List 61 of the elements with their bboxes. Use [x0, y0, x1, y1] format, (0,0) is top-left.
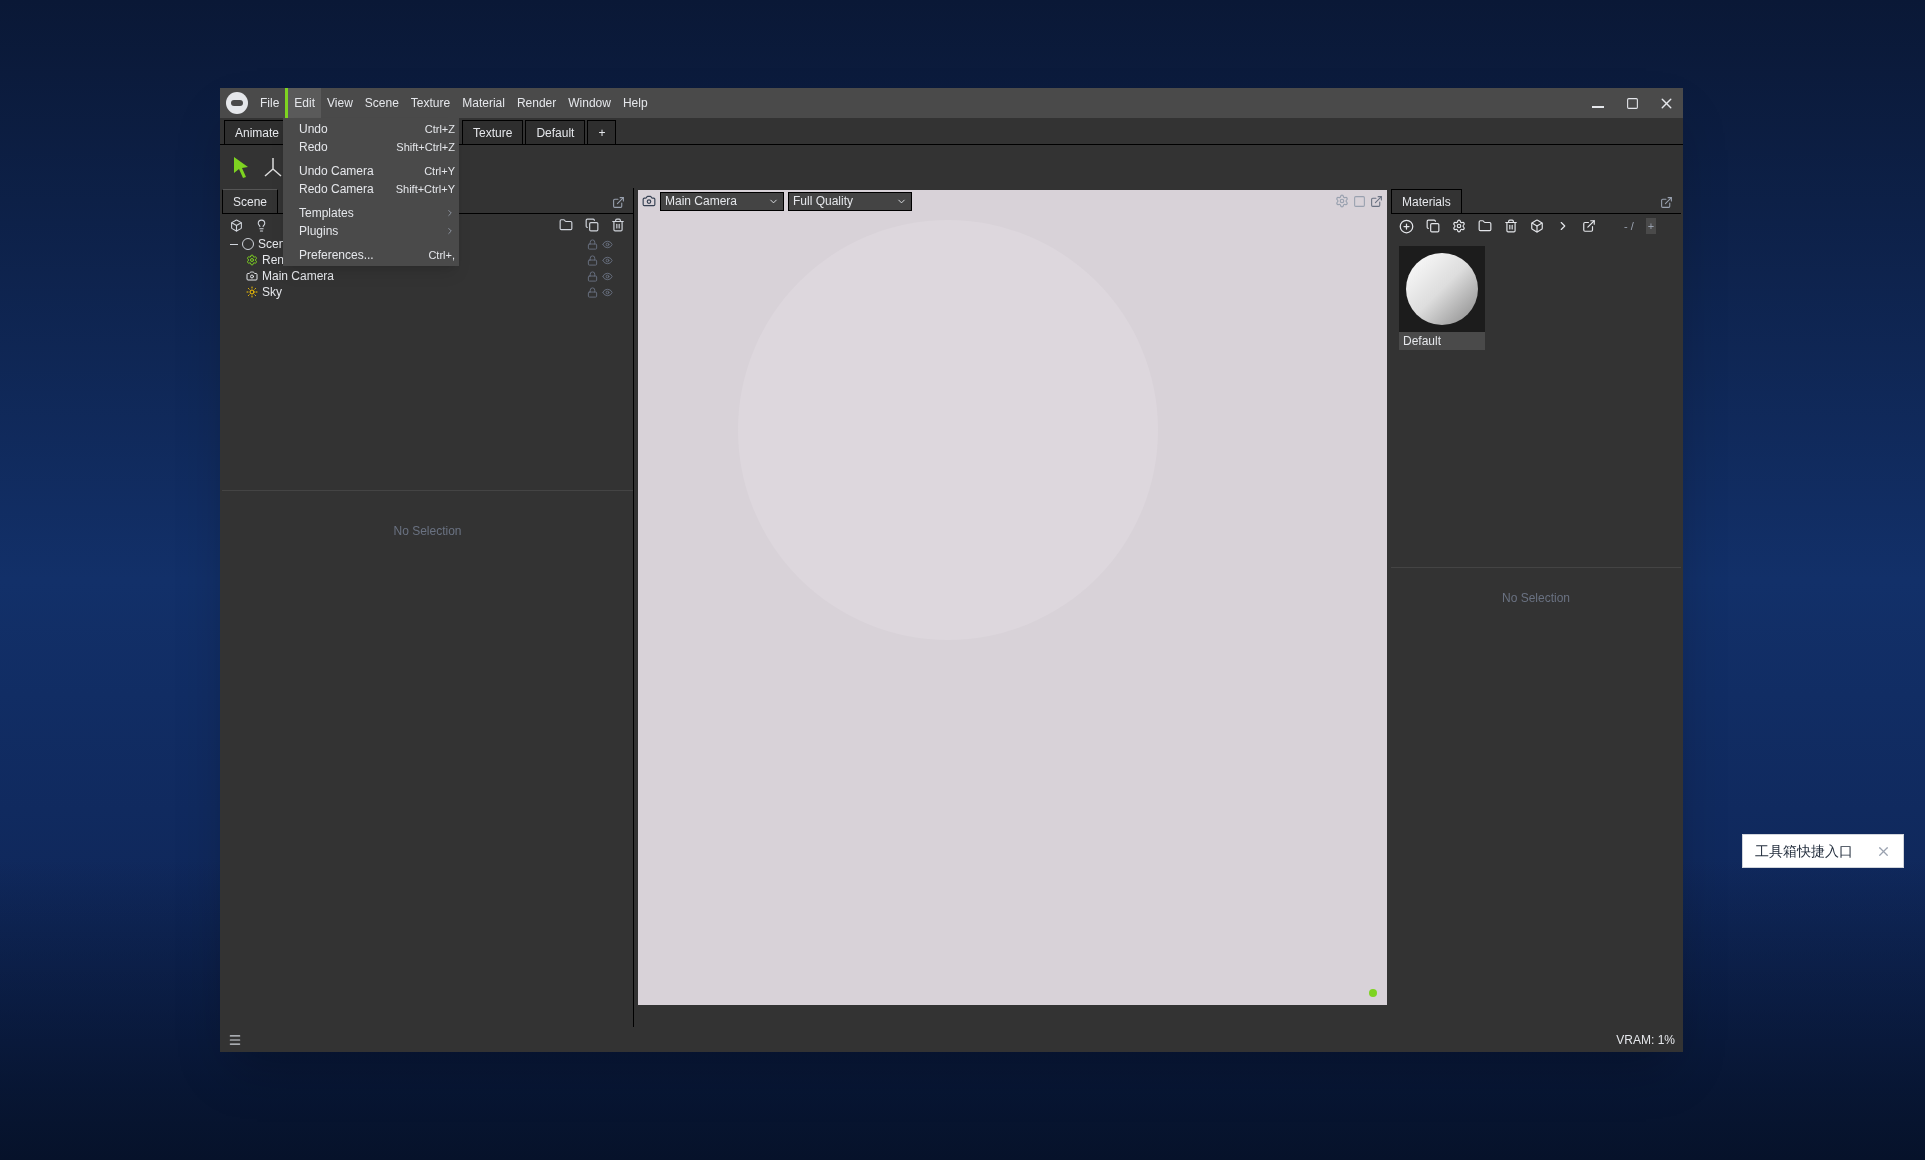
- delete-icon[interactable]: [611, 218, 625, 232]
- camera-dropdown[interactable]: Main Camera: [660, 191, 784, 211]
- menu-option[interactable]: Undo Camera: [299, 162, 374, 180]
- menu-item[interactable]: Render: [510, 88, 563, 118]
- menu-item[interactable]: Texture: [404, 88, 457, 118]
- menu-option[interactable]: Redo Camera: [299, 180, 374, 198]
- menu-item[interactable]: Material: [456, 88, 511, 118]
- camera-icon: [246, 270, 258, 282]
- minimize-icon: [1592, 106, 1604, 108]
- quality-dropdown[interactable]: Full Quality: [788, 191, 912, 211]
- shortcut-text: Shift+Ctrl+Z: [396, 139, 455, 155]
- empty-state-text: No Selection: [393, 523, 462, 540]
- light-bulb-icon[interactable]: [255, 218, 268, 232]
- cube-icon[interactable]: [230, 218, 243, 232]
- workspace-tab[interactable]: +: [587, 120, 617, 144]
- menu-item[interactable]: File: [254, 88, 286, 118]
- shortcut-text: Ctrl+Z: [424, 121, 455, 137]
- shortcut-text: Shift+Ctrl+Y: [395, 181, 455, 197]
- workspace-tab[interactable]: Default: [525, 120, 586, 144]
- popout-icon[interactable]: [612, 196, 625, 209]
- folder-icon[interactable]: [1478, 219, 1492, 233]
- tree-item[interactable]: Sky: [262, 283, 282, 301]
- tree-item[interactable]: Ren: [262, 251, 284, 269]
- folder-icon[interactable]: [559, 218, 573, 232]
- shortcut-text: Ctrl+,: [428, 247, 455, 263]
- shortcut-text: Ctrl+Y: [424, 163, 455, 179]
- menu-item[interactable]: View: [321, 88, 359, 118]
- panel-tab[interactable]: Scene: [222, 189, 279, 213]
- page-indicator: - /: [1624, 218, 1634, 234]
- tooltip-text: 工具箱快捷入口: [1755, 841, 1853, 861]
- select-arrow-icon[interactable]: [232, 154, 250, 179]
- menu-option[interactable]: Undo: [299, 120, 328, 138]
- vram-status: VRAM: 1%: [1616, 1031, 1675, 1049]
- gear-icon: [246, 254, 258, 266]
- delete-icon[interactable]: [1504, 219, 1518, 233]
- camera-icon[interactable]: [642, 194, 656, 208]
- panel-tab[interactable]: Materials: [1391, 189, 1462, 213]
- material-name: Default: [1399, 332, 1485, 350]
- submenu-item[interactable]: Templates: [283, 204, 459, 222]
- popout-icon[interactable]: [1370, 194, 1383, 208]
- cube-icon[interactable]: [1530, 219, 1544, 233]
- menu-option[interactable]: Preferences...: [299, 246, 374, 264]
- gear-icon[interactable]: [1452, 219, 1466, 233]
- empty-state-text: No Selection: [1501, 590, 1570, 607]
- workspace-tab[interactable]: Texture: [462, 120, 524, 144]
- menu-item[interactable]: Help: [616, 88, 654, 118]
- menu-item[interactable]: Edit: [285, 88, 322, 118]
- app-logo-icon: [226, 92, 248, 114]
- submenu-item[interactable]: Plugins: [283, 222, 459, 240]
- menu-item[interactable]: Scene: [358, 88, 405, 118]
- sun-icon: [246, 286, 258, 298]
- duplicate-icon[interactable]: [1426, 219, 1440, 233]
- maximize-icon: [1625, 96, 1639, 110]
- menu-option[interactable]: Redo: [299, 138, 328, 156]
- add-icon[interactable]: [1399, 218, 1414, 234]
- console-icon[interactable]: [228, 1032, 242, 1047]
- popout-icon[interactable]: [1660, 196, 1673, 209]
- menu-item[interactable]: Window: [562, 88, 617, 118]
- tree-item[interactable]: Main Camera: [262, 267, 335, 285]
- duplicate-icon[interactable]: [585, 218, 599, 232]
- material-thumbnail[interactable]: Default: [1399, 246, 1485, 350]
